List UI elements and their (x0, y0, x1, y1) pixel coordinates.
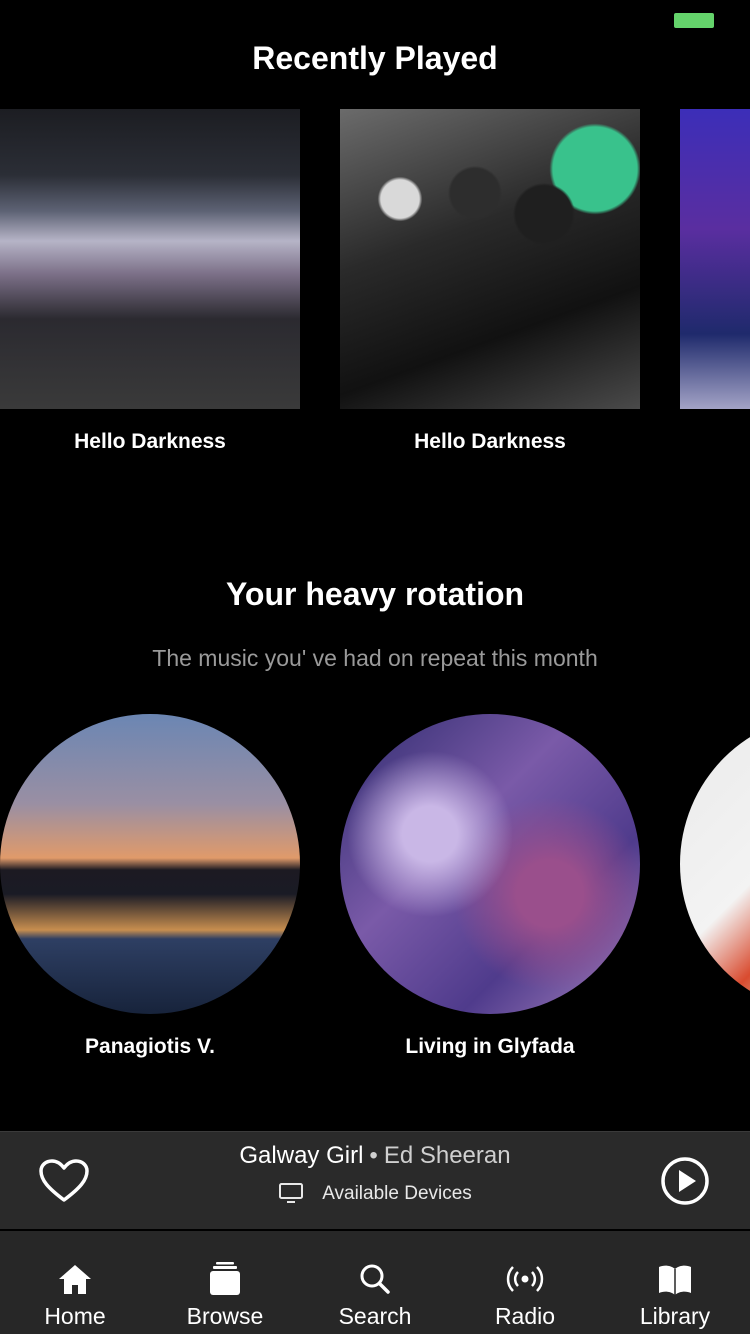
search-icon (360, 1264, 390, 1294)
track-artist: Ed Sheeran (383, 1142, 511, 1169)
recently-played-title: Recently Played (252, 40, 498, 76)
tab-label: Browse (186, 1303, 264, 1329)
card-title: Hello Darkness (414, 430, 566, 453)
radio-icon (506, 1266, 544, 1292)
tab-label: Home (44, 1303, 106, 1329)
tab-home[interactable]: Home (0, 1231, 150, 1334)
tab-label: Search (338, 1303, 412, 1329)
home-icon (59, 1265, 91, 1294)
card-title: Living in Glyfada (405, 1035, 575, 1058)
play-circle-icon[interactable] (660, 1156, 710, 1206)
monitor-icon (279, 1183, 304, 1203)
now-playing-bar[interactable]: Galway Girl • Ed Sheeran Available Devices (0, 1131, 750, 1229)
card-title: Panagiotis V. (85, 1035, 215, 1058)
library-icon (659, 1265, 691, 1295)
tab-label: Radio (494, 1303, 556, 1329)
tab-bar: Home Browse Search Radio Library (0, 1231, 750, 1334)
artist-image-clip (680, 714, 750, 1014)
browse-icon (210, 1262, 240, 1295)
separator: • (369, 1142, 378, 1169)
tab-label: Library (639, 1303, 711, 1329)
battery-indicator (674, 13, 714, 28)
track-title: Galway Girl (239, 1142, 364, 1169)
heavy-rotation-title: Your heavy rotation (225, 576, 525, 612)
available-devices-button[interactable]: Available Devices (0, 1182, 750, 1205)
tab-search[interactable]: Search (300, 1231, 450, 1334)
artist-image (680, 714, 750, 1014)
heavy-rotation-subtitle: The music you' ve had on repeat this mon… (152, 645, 598, 671)
available-devices-label: Available Devices (322, 1183, 472, 1204)
tab-browse[interactable]: Browse (150, 1231, 300, 1334)
album-art (340, 109, 640, 409)
album-art (680, 109, 750, 409)
track-info[interactable]: Galway Girl • Ed Sheeran (0, 1142, 750, 1170)
card-title: Hello Darkness (74, 430, 226, 453)
tab-radio[interactable]: Radio (450, 1231, 600, 1334)
album-art (0, 109, 300, 409)
artist-image (0, 714, 300, 1014)
artist-image (340, 714, 640, 1014)
tab-library[interactable]: Library (600, 1231, 750, 1334)
